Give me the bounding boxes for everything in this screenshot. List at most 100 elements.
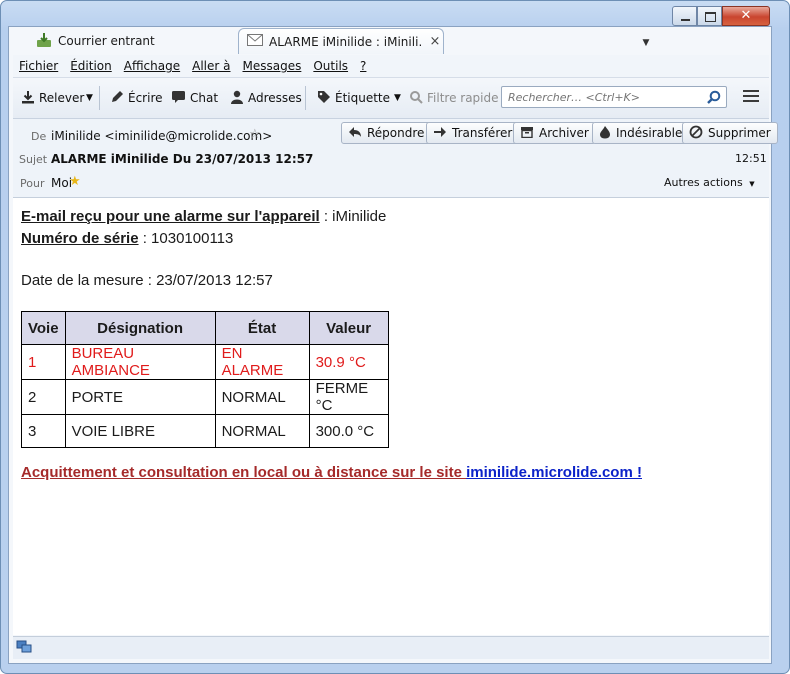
from-label: De [31,130,47,143]
chat-bubble-icon [171,90,186,107]
search-icon[interactable] [707,90,721,107]
device-value: : iMinilide [319,208,387,225]
device-line: E-mail reçu pour une alarme sur l'appare… [21,208,386,225]
tab-message[interactable]: ALARME iMinilide : iMinili… × [238,28,444,54]
transferer-label: Transférer [452,126,513,140]
contacts-icon [230,90,244,107]
tag-icon [317,90,331,107]
menu-messages[interactable]: Messages [237,59,308,73]
tab-inbox[interactable]: Courrier entrant [24,28,234,54]
cell-voie: 1 [21,344,66,380]
transferer-button[interactable]: Transférer [426,122,520,144]
menu-edition[interactable]: Édition [64,59,118,73]
menu-messages-label: Messages [242,59,302,73]
menu-outils[interactable]: Outils [307,59,354,73]
cell-valeur: 30.9 °C [308,344,389,380]
supprimer-button[interactable]: Supprimer [682,122,778,144]
repondre-label: Répondre [367,126,425,140]
supprimer-label: Supprimer [708,126,771,140]
indesirable-button[interactable]: Indésirable [592,122,690,144]
maximize-button[interactable] [697,6,722,26]
ecrire-label: Écrire [128,91,163,105]
cell-designation: BUREAU AMBIANCE [64,344,216,380]
delete-icon [689,125,703,142]
header-etat: État [214,311,310,345]
measure-date: Date de la mesure : 23/07/2013 12:57 [21,272,273,289]
menu-aller-a[interactable]: Aller à [186,59,236,73]
cell-designation: PORTE [64,379,216,415]
toolbar-divider [99,86,100,110]
device-label: E-mail reçu pour une alarme sur l'appare… [21,208,320,225]
menu-affichage[interactable]: Affichage [118,59,186,73]
cell-etat: NORMAL [214,414,310,448]
menu-edition-label: Édition [70,59,112,73]
indesirable-label: Indésirable [616,126,683,140]
repondre-button[interactable]: Répondre [341,122,432,144]
menu-outils-label: Outils [313,59,349,73]
online-status-icon[interactable] [16,640,32,657]
toolbar-divider [305,86,306,110]
footer-notice: Acquittement et consultation en local ou… [21,464,642,481]
adresses-button[interactable]: Adresses [230,88,302,108]
menu-bar: Fichier Édition Affichage Aller à Messag… [13,55,769,78]
alarm-table: Voie Désignation État Valeur 1 BUREAU AM… [21,311,389,448]
download-icon [21,90,35,107]
autres-actions-button[interactable]: Autres actions ▼ [664,176,755,189]
relever-dropdown[interactable]: ▼ [86,88,93,108]
message-body: E-mail reçu pour une alarme sur l'appare… [13,198,769,635]
cell-etat: NORMAL [214,379,310,415]
tabs-dropdown-icon[interactable]: ▼ [640,38,652,48]
pencil-icon [110,90,124,107]
inbox-icon [36,32,52,51]
chat-button[interactable]: Chat [171,88,218,108]
menu-affichage-label: Affichage [123,59,181,73]
relever-button[interactable]: Relever [21,88,84,108]
status-bar [13,636,769,659]
table-row: 3 VOIE LIBRE NORMAL 300.0 °C [21,414,389,448]
menu-icon[interactable] [743,90,759,104]
chevron-down-icon: ▼ [86,93,93,103]
star-icon[interactable]: ★ [69,174,81,189]
star-icon[interactable]: ☆ [249,127,261,142]
message-header: De iMinilide <iminilide@microlide.com> ☆… [13,119,778,198]
etiquette-label: Étiquette [335,91,391,105]
close-tab-icon[interactable]: × [427,34,443,49]
filter-icon [409,90,423,107]
filtre-rapide-button[interactable]: Filtre rapide [409,88,499,108]
archiver-button[interactable]: Archiver [513,122,596,144]
adresses-label: Adresses [248,91,302,105]
menu-help[interactable]: ? [354,59,372,73]
ecrire-button[interactable]: Écrire [110,88,163,108]
cell-designation: VOIE LIBRE [64,414,216,448]
header-designation: Désignation [64,311,216,345]
main-toolbar: Relever ▼ Écrire Chat Adresses Étiquette… [13,78,769,119]
table-row: 2 PORTE NORMAL FERME °C [21,379,389,415]
table-header-row: Voie Désignation État Valeur [21,311,389,345]
cell-valeur: 300.0 °C [308,414,389,448]
message-time: 12:51 [735,152,767,165]
cell-voie: 2 [21,379,66,415]
chevron-down-icon: ▼ [394,93,401,103]
cell-valeur: FERME °C [308,379,389,415]
archiver-label: Archiver [539,126,589,140]
etiquette-button[interactable]: Étiquette ▼ [317,88,401,108]
minimize-button[interactable] [672,6,697,26]
serial-value: : 1030100113 [138,230,234,247]
tab-message-label: ALARME iMinilide : iMinili… [269,34,421,49]
envelope-icon [247,34,263,49]
reply-icon [348,126,362,141]
serial-label: Numéro de série [21,230,139,247]
close-window-button[interactable]: ✕ [722,6,770,26]
from-value[interactable]: iMinilide <iminilide@microlide.com> [51,129,272,143]
menu-fichier[interactable]: Fichier [13,59,64,73]
cell-etat: EN ALARME [214,344,310,380]
chevron-down-icon: ▼ [749,180,755,188]
search-box[interactable] [501,86,727,108]
search-input[interactable] [502,87,704,107]
cell-voie: 3 [21,414,66,448]
site-link[interactable]: iminilide.microlide.com ! [466,464,642,481]
filtre-rapide-label: Filtre rapide [427,91,499,105]
chat-label: Chat [190,91,219,105]
serial-line: Numéro de série : 1030100113 [21,230,233,247]
subject-value: ALARME iMinilide Du 23/07/2013 12:57 [51,152,314,166]
